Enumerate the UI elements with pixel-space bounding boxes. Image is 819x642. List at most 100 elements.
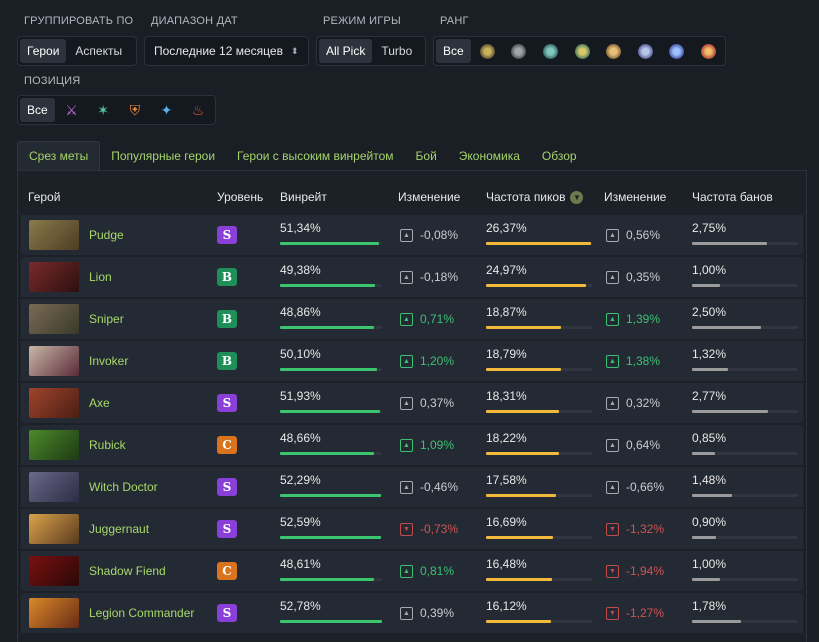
hero-portrait[interactable] — [29, 304, 79, 334]
winrate-bar — [280, 284, 382, 287]
banrate-bar — [692, 410, 798, 413]
winrate-value: 52,59% — [280, 515, 321, 529]
hero-portrait[interactable] — [29, 262, 79, 292]
table-row[interactable]: Shadow Fiend C 48,61% ▲ 0,81% 16,48% ▼ -1,94% 1,… — [21, 551, 803, 591]
column-header-tier[interactable]: Уровень — [217, 190, 263, 204]
game-mode-all-pick-button[interactable]: All Pick — [319, 39, 373, 63]
tier-badge: S — [217, 226, 237, 244]
banrate-value: 1,78% — [692, 599, 727, 613]
banrate-value: 1,48% — [692, 473, 727, 487]
immortal-rank-icon[interactable] — [693, 39, 723, 63]
hero-name-link[interactable]: Rubick — [89, 438, 126, 452]
guardian-rank-icon[interactable] — [504, 39, 534, 63]
winrate-change: ▲ 1,20% — [400, 354, 454, 368]
tab-overview[interactable]: Обзор — [531, 141, 588, 170]
banrate-value: 0,85% — [692, 431, 727, 445]
hero-name-link[interactable]: Lion — [89, 270, 112, 284]
hero-stats-table: Герой Уровень Винрейт Изменение Частота … — [17, 171, 807, 642]
banrate-value: 1,00% — [692, 557, 727, 571]
tier-badge: S — [217, 478, 237, 496]
group-by-heroes-button[interactable]: Герои — [20, 39, 67, 63]
hero-name-link[interactable]: Shadow Fiend — [89, 564, 166, 578]
table-row[interactable]: Invoker B 50,10% ▲ 1,20% 18,79% ▲ 1,38% 1,32% — [21, 341, 803, 381]
hero-portrait[interactable] — [29, 388, 79, 418]
pickrate-change-value: 0,35% — [626, 270, 661, 284]
winrate-value: 48,66% — [280, 431, 321, 445]
column-header-pickrate[interactable]: Частота пиков ▼ — [486, 190, 584, 204]
table-row[interactable]: Pudge S 51,34% ▲ -0,08% 26,37% ▲ 0,56% 2,75% — [21, 215, 803, 255]
pickrate-bar — [486, 494, 592, 497]
hero-name-link[interactable]: Pudge — [89, 228, 124, 242]
column-header-winrate-change[interactable]: Изменение — [398, 190, 460, 204]
hero-name-link[interactable]: Witch Doctor — [89, 480, 158, 494]
game-mode-label: РЕЖИМ ИГРЫ — [323, 15, 401, 27]
hero-portrait[interactable] — [29, 430, 79, 460]
position-label: ПОЗИЦИЯ — [24, 75, 81, 87]
winrate-change: ▲ 0,39% — [400, 606, 454, 620]
hard-support-position-icon[interactable]: ♨ — [183, 98, 213, 122]
archon-rank-icon[interactable] — [567, 39, 597, 63]
pickrate-value: 18,22% — [486, 431, 527, 445]
game-mode-turbo-button[interactable]: Turbo — [374, 39, 419, 63]
pickrate-change-value: 1,39% — [626, 312, 661, 326]
winrate-bar — [280, 536, 382, 539]
group-by-toggle: Герои Аспекты — [17, 36, 137, 66]
trend-arrow-icon: ▲ — [400, 312, 413, 326]
ancient-rank-icon[interactable] — [630, 39, 660, 63]
tier-badge: C — [217, 562, 237, 580]
hero-portrait[interactable] — [29, 556, 79, 586]
tab-combat[interactable]: Бой — [405, 141, 448, 170]
table-row[interactable]: Axe S 51,93% ▲ 0,37% 18,31% ▲ 0,32% 2,77% — [21, 383, 803, 423]
winrate-value: 49,38% — [280, 263, 321, 277]
date-range-select[interactable]: Последние 12 месяцев ⬍ — [144, 36, 309, 66]
mid-position-icon[interactable]: ✶ — [88, 98, 118, 122]
offlane-position-icon[interactable]: ⛨ — [120, 98, 150, 122]
winrate-value: 51,93% — [280, 389, 321, 403]
hero-portrait[interactable] — [29, 598, 79, 628]
tab-meta-slice[interactable]: Срез меты — [17, 141, 101, 170]
hero-portrait[interactable] — [29, 220, 79, 250]
position-all-button[interactable]: Все — [20, 98, 55, 122]
soft-support-position-icon[interactable]: ✦ — [152, 98, 182, 122]
crusader-rank-icon[interactable] — [536, 39, 566, 63]
hero-name-link[interactable]: Invoker — [89, 354, 128, 368]
legend-rank-icon[interactable] — [599, 39, 629, 63]
column-header-winrate[interactable]: Винрейт — [280, 190, 327, 204]
table-row[interactable]: Rubick C 48,66% ▲ 1,09% 18,22% ▲ 0,64% 0,85% — [21, 425, 803, 465]
winrate-change-value: -0,73% — [420, 522, 459, 536]
pickrate-change: ▲ -0,66% — [606, 480, 664, 494]
tier-badge: C — [217, 436, 237, 454]
pickrate-bar — [486, 368, 592, 371]
column-header-banrate[interactable]: Частота банов — [692, 190, 773, 204]
hero-portrait[interactable] — [29, 472, 79, 502]
winrate-bar — [280, 326, 382, 329]
carry-position-icon[interactable]: ⚔ — [57, 98, 87, 122]
divine-rank-icon[interactable] — [662, 39, 692, 63]
tab-high-winrate-heroes[interactable]: Герои с высоким винрейтом — [226, 141, 404, 170]
tab-economy[interactable]: Экономика — [448, 141, 531, 170]
table-row[interactable]: Lion B 49,38% ▲ -0,18% 24,97% ▲ 0,35% 1,00% — [21, 257, 803, 297]
rank-all-button[interactable]: Все — [436, 39, 471, 63]
hero-portrait[interactable] — [29, 346, 79, 376]
column-header-hero[interactable]: Герой — [28, 190, 60, 204]
pickrate-value: 26,37% — [486, 221, 527, 235]
hero-name-link[interactable]: Sniper — [89, 312, 124, 326]
table-row[interactable]: Witch Doctor S 52,29% ▲ -0,46% 17,58% ▲ -0,66% 1… — [21, 467, 803, 507]
hero-name-link[interactable]: Juggernaut — [89, 522, 149, 536]
hero-portrait[interactable] — [29, 514, 79, 544]
trend-arrow-icon: ▼ — [606, 522, 619, 536]
herald-rank-icon[interactable] — [473, 39, 503, 63]
winrate-change: ▲ -0,18% — [400, 270, 458, 284]
column-header-pickrate-change[interactable]: Изменение — [604, 190, 666, 204]
game-mode-toggle: All Pick Turbo — [316, 36, 426, 66]
banrate-bar — [692, 284, 798, 287]
table-row[interactable]: Sniper B 48,86% ▲ 0,71% 18,87% ▲ 1,39% 2,50% — [21, 299, 803, 339]
winrate-change: ▲ 0,81% — [400, 564, 454, 578]
hero-name-link[interactable]: Legion Commander — [89, 606, 194, 620]
hero-name-link[interactable]: Axe — [89, 396, 110, 410]
pickrate-change: ▲ 0,56% — [606, 228, 660, 242]
table-row[interactable]: Juggernaut S 52,59% ▼ -0,73% 16,69% ▼ -1,32% 0,9… — [21, 509, 803, 549]
group-by-facets-button[interactable]: Аспекты — [68, 39, 129, 63]
table-row[interactable]: Legion Commander S 52,78% ▲ 0,39% 16,12% ▼ -1,2… — [21, 593, 803, 633]
tab-popular-heroes[interactable]: Популярные герои — [100, 141, 226, 170]
